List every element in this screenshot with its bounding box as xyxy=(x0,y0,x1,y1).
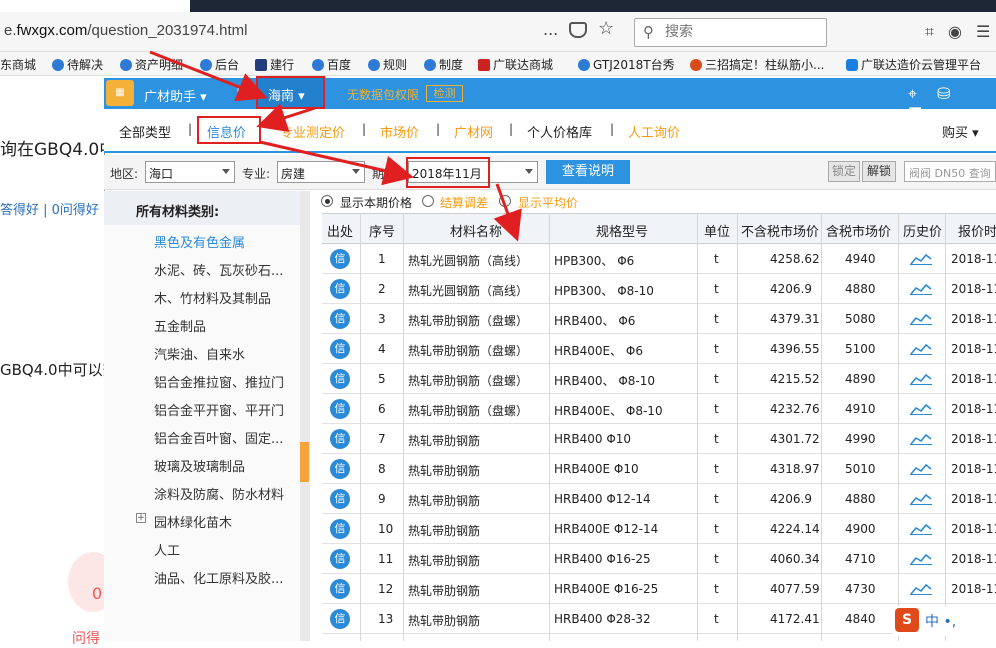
sogou-icon: S xyxy=(895,608,919,632)
ime-toolbar[interactable]: S 中 •, xyxy=(893,606,996,636)
ime-mode[interactable]: 中 •, xyxy=(925,611,956,631)
arrow-to-region xyxy=(149,50,268,102)
annotation-overlay xyxy=(149,50,522,242)
arrow-to-period xyxy=(259,140,414,186)
highlight-region xyxy=(256,76,325,109)
arrow-to-info-price xyxy=(256,103,316,132)
arrow-to-name xyxy=(493,183,522,242)
highlight-info-price xyxy=(197,116,261,144)
highlight-period xyxy=(406,157,490,188)
